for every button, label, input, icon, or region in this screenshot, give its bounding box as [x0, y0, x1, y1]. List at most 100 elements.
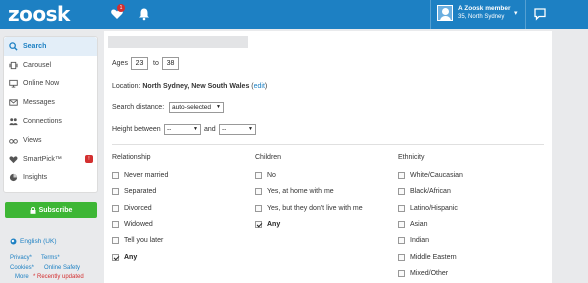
checkbox[interactable]: [398, 221, 405, 228]
ethnicity-option[interactable]: Black/African: [398, 188, 451, 195]
sidebar-item-views[interactable]: Views: [4, 131, 97, 150]
children-option-any[interactable]: Any: [255, 221, 280, 228]
monitor-icon: [9, 80, 18, 89]
sidebar-item-smartpick[interactable]: SmartPick™ !: [4, 150, 97, 169]
dropdown-arrow-icon: ▼: [193, 126, 198, 132]
language-selector[interactable]: English (UK): [10, 238, 56, 245]
sidebar-item-search[interactable]: Search: [4, 37, 97, 56]
chat-icon[interactable]: [533, 7, 547, 21]
relationship-option-any[interactable]: Any: [112, 254, 137, 261]
checkbox[interactable]: [398, 237, 405, 244]
checkbox[interactable]: [398, 270, 405, 277]
relationship-option[interactable]: Divorced: [112, 205, 152, 212]
sidebar-item-label: Views: [23, 136, 42, 144]
children-option[interactable]: No: [255, 172, 276, 179]
checkbox[interactable]: [398, 188, 405, 195]
children-heading: Children: [255, 154, 282, 161]
location-row: Location: North Sydney, New South Wales …: [112, 83, 268, 90]
children-option[interactable]: Yes, at home with me: [255, 188, 334, 195]
sidebar-item-online-now[interactable]: Online Now: [4, 75, 97, 94]
user-menu-chevron-icon[interactable]: ▾: [514, 9, 518, 17]
sidebar-item-carousel[interactable]: Carousel: [4, 56, 97, 75]
ethnicity-option[interactable]: Indian: [398, 237, 429, 244]
height-label: Height between: [112, 126, 161, 133]
checkbox[interactable]: [112, 221, 119, 228]
checkbox[interactable]: [398, 205, 405, 212]
option-label: Separated: [124, 188, 157, 195]
lock-icon: [30, 206, 36, 214]
option-label: Black/African: [410, 188, 451, 195]
sidebar-item-label: Carousel: [23, 61, 52, 69]
connections-icon: [9, 118, 18, 126]
recently-updated-note: * Recently updated: [33, 274, 84, 280]
user-avatar[interactable]: [437, 5, 453, 21]
terms-link[interactable]: Terms*: [41, 255, 60, 261]
relationship-option[interactable]: Separated: [112, 188, 156, 195]
privacy-link[interactable]: Privacy*: [10, 255, 32, 261]
search-icon: [9, 42, 18, 51]
header-divider: [430, 0, 431, 29]
ethnicity-option[interactable]: Mixed/Other: [398, 270, 448, 277]
height-min-select[interactable]: -- ▼: [164, 124, 201, 135]
option-label: Widowed: [124, 221, 153, 228]
user-name[interactable]: A Zoosk member: [458, 5, 511, 12]
checkbox[interactable]: [112, 172, 119, 179]
search-distance-value: auto-selected: [172, 104, 212, 111]
sidebar-item-label: SmartPick™: [23, 155, 62, 163]
height-max-select[interactable]: -- ▼: [219, 124, 256, 135]
smartpick-alert-badge: !: [85, 154, 93, 163]
checkbox-checked[interactable]: [255, 221, 262, 228]
online-safety-link[interactable]: Online Safety: [44, 265, 80, 271]
option-label: No: [267, 172, 276, 179]
subscribe-button[interactable]: Subscribe: [5, 202, 97, 218]
search-distance-select[interactable]: auto-selected ▼: [169, 102, 224, 113]
children-option[interactable]: Yes, but they don't live with me: [255, 205, 363, 212]
sidebar-item-label: Insights: [23, 174, 48, 182]
sidebar-item-insights[interactable]: Insights: [4, 169, 97, 188]
sidebar-item-connections[interactable]: Connections: [4, 112, 97, 131]
panel-title-placeholder: [108, 36, 248, 48]
checkbox[interactable]: [398, 172, 405, 179]
checkbox[interactable]: [398, 254, 405, 261]
relationship-option[interactable]: Never married: [112, 172, 168, 179]
option-label: Yes, but they don't live with me: [267, 205, 363, 212]
location-value: North Sydney, New South Wales: [142, 83, 250, 90]
option-label: Any: [267, 221, 281, 228]
section-divider: [112, 144, 544, 145]
checkbox[interactable]: [255, 205, 262, 212]
dropdown-arrow-icon: ▼: [216, 104, 221, 110]
bell-icon[interactable]: [137, 7, 151, 21]
edit-location-link[interactable]: edit: [254, 83, 265, 90]
height-max-value: --: [222, 126, 227, 133]
header-divider: [525, 0, 526, 29]
carousel-icon: [9, 61, 18, 69]
more-link[interactable]: More: [15, 274, 29, 280]
ethnicity-option[interactable]: Latino/Hispanic: [398, 205, 458, 212]
cookies-link[interactable]: Cookies*: [10, 265, 34, 271]
checkbox[interactable]: [112, 205, 119, 212]
height-and-label: and: [204, 126, 216, 133]
relationship-option[interactable]: Widowed: [112, 221, 153, 228]
age-min-input[interactable]: [131, 57, 148, 70]
sidebar-item-messages[interactable]: Messages: [4, 93, 97, 112]
checkbox-checked[interactable]: [112, 254, 119, 261]
option-label: Tell you later: [124, 237, 164, 244]
globe-icon: [10, 238, 17, 245]
age-to-label: to: [153, 60, 159, 67]
ethnicity-option[interactable]: Asian: [398, 221, 428, 228]
ethnicity-option[interactable]: Middle Eastern: [398, 254, 457, 261]
relationship-heading: Relationship: [112, 154, 151, 161]
option-label: Divorced: [124, 205, 152, 212]
relationship-option[interactable]: Tell you later: [112, 237, 163, 244]
notification-badge: 1: [117, 4, 125, 12]
checkbox[interactable]: [255, 172, 262, 179]
zoosk-logo[interactable]: zoosk: [8, 2, 70, 26]
age-max-input[interactable]: [162, 57, 179, 70]
checkbox[interactable]: [112, 237, 119, 244]
ethnicity-option[interactable]: White/Caucasian: [398, 172, 463, 179]
envelope-icon: [9, 99, 18, 106]
option-label: White/Caucasian: [410, 172, 463, 179]
checkbox[interactable]: [112, 188, 119, 195]
checkbox[interactable]: [255, 188, 262, 195]
location-label: Location:: [112, 83, 141, 90]
